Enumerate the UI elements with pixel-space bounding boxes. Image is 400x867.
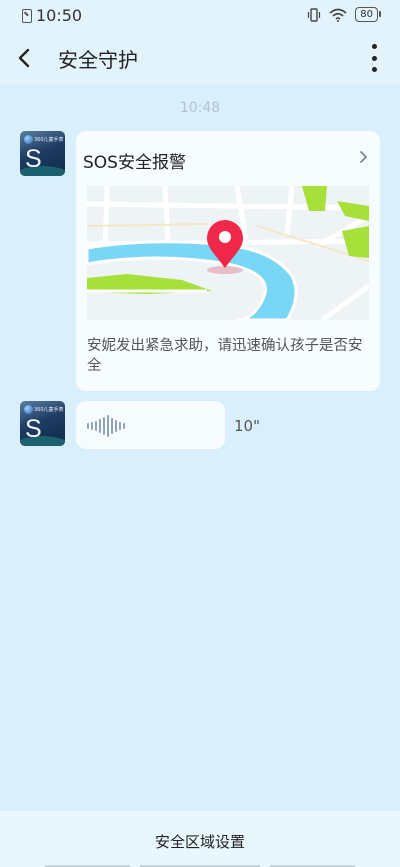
sos-alert-card[interactable]: SOS安全报警 安妮发出紧急求助，请迅速确认孩子是否安全	[76, 131, 380, 391]
more-vertical-icon	[371, 44, 377, 49]
globe-logo-icon	[24, 135, 33, 144]
back-button[interactable]	[12, 44, 40, 72]
avatar[interactable]: 360儿童手表 S 1	[20, 401, 65, 446]
map-graphic	[87, 186, 369, 320]
more-options-button[interactable]	[366, 42, 382, 74]
status-left: 10:50	[22, 6, 82, 25]
app-header: 安全守护	[0, 32, 400, 84]
battery-icon: 80	[355, 7, 381, 22]
bottom-bar: 安全区域设置	[0, 811, 400, 867]
sos-card-description: 安妮发出紧急求助，请迅速确认孩子是否安全	[87, 338, 363, 374]
voice-message-bubble[interactable]	[76, 401, 225, 449]
avatar[interactable]: 360儿童手表 S 1	[20, 131, 65, 176]
status-time: 10:50	[36, 6, 83, 25]
wifi-icon	[329, 8, 347, 22]
safe-zone-settings-button[interactable]: 安全区域设置	[0, 831, 400, 852]
avatar-logo: S 1	[25, 145, 45, 176]
location-map[interactable]	[87, 186, 369, 320]
status-right: 80	[307, 7, 381, 22]
globe-logo-icon	[24, 405, 33, 414]
chevron-right-icon	[358, 149, 368, 168]
back-arrow-icon	[18, 48, 30, 68]
avatar-brand: 360儿童手表	[34, 407, 64, 413]
status-bar: 10:50 80	[0, 0, 400, 32]
vibrate-icon	[308, 7, 321, 22]
message-timestamp: 10:48	[179, 100, 221, 116]
page-title: 安全守护	[58, 48, 138, 72]
avatar-brand: 360儿童手表	[34, 137, 64, 143]
voice-duration: 10"	[234, 417, 260, 435]
audio-wave-icon	[87, 415, 125, 437]
sim-icon	[22, 8, 32, 23]
sos-card-title: SOS安全报警	[83, 153, 186, 173]
avatar-logo: S 1	[25, 415, 45, 446]
